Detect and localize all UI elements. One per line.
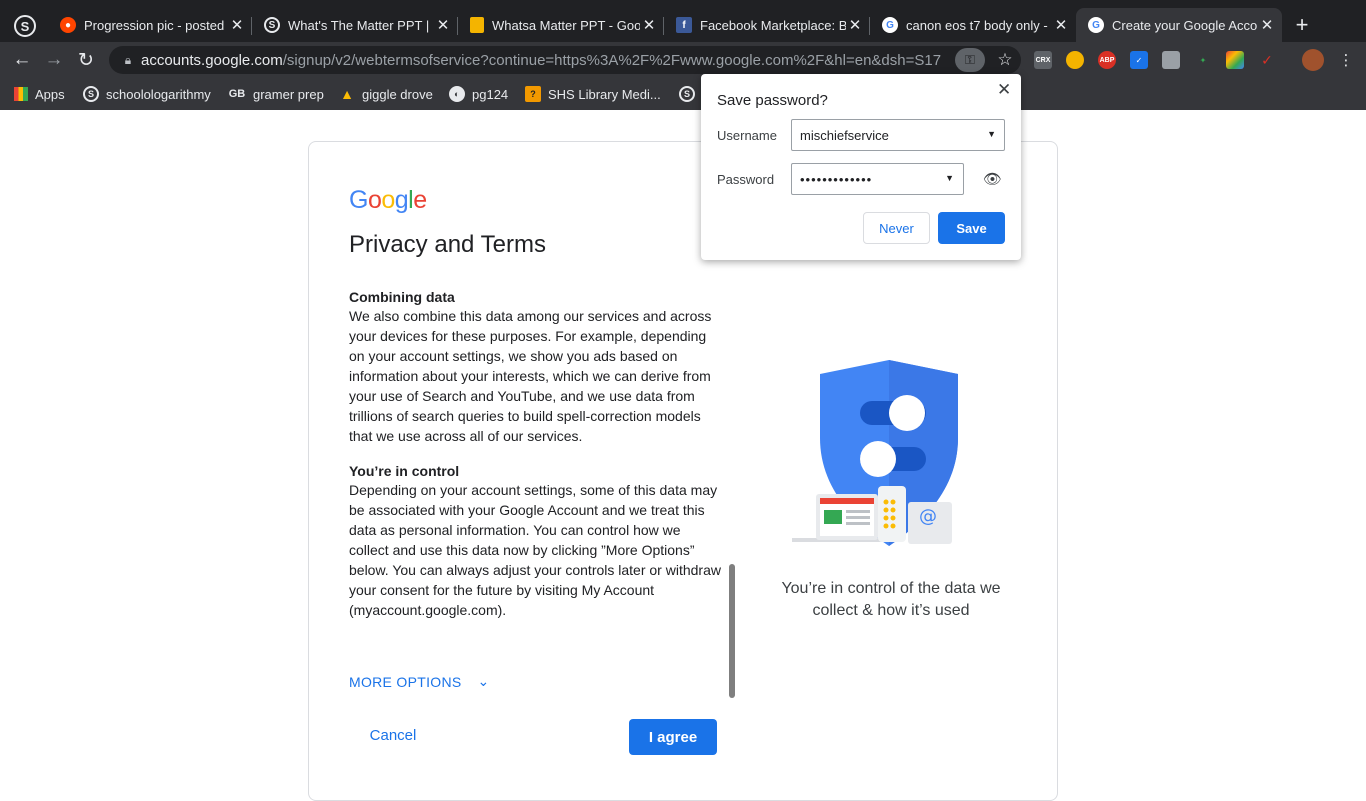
- globe-icon: ◐: [449, 86, 465, 102]
- agree-button[interactable]: I agree: [629, 719, 717, 755]
- tab-progression-pic[interactable]: ● Progression pic - posted ✕: [48, 8, 252, 42]
- caret-down-icon: ▼: [945, 173, 955, 183]
- bookmark-gramer-prep[interactable]: GB gramer prep: [228, 85, 324, 103]
- reddit-icon: ●: [60, 17, 76, 33]
- bookmark-schoolologarithmy[interactable]: S schoolologarithmy: [83, 85, 211, 103]
- tab-whats-the-matter[interactable]: S What's The Matter PPT | ✕: [252, 8, 458, 42]
- gb-icon: GB: [228, 88, 246, 100]
- scrollbar-thumb[interactable]: [729, 564, 735, 698]
- crx-extension-icon[interactable]: CRX: [1034, 51, 1052, 69]
- url-text[interactable]: accounts.google.com/signup/v2/webtermsof…: [141, 52, 941, 69]
- google-icon: G: [882, 17, 898, 33]
- browser-toolbar: ← → ↻ 🔒︎ accounts.google.com/signup/v2/w…: [0, 42, 1366, 78]
- svg-text:@: @: [919, 506, 937, 527]
- schoology-icon: S: [264, 17, 280, 33]
- bookmark-schoology[interactable]: S: [679, 85, 702, 103]
- tab-title: Whatsa Matter PPT - Goo: [492, 17, 640, 33]
- red-extension-icon[interactable]: ✓: [1258, 51, 1276, 69]
- schoology-icon: S: [83, 86, 99, 102]
- username-select[interactable]: mischiefservice ▼: [791, 119, 1005, 151]
- tab-title: Create your Google Acco: [1112, 17, 1258, 33]
- close-tab-icon[interactable]: ✕: [640, 16, 658, 34]
- password-select[interactable]: ••••••••••••• ▼: [791, 163, 964, 195]
- bookmarks-bar: Apps S schoolologarithmy GB gramer prep …: [0, 78, 1366, 110]
- star-icon[interactable]: ☆: [993, 48, 1017, 72]
- menu-icon[interactable]: ⋮: [1334, 48, 1358, 72]
- tab-title: Facebook Marketplace: B: [700, 17, 846, 33]
- google-icon: G: [1088, 17, 1104, 33]
- password-label: Password: [717, 172, 775, 187]
- tab-canon-eos[interactable]: G canon eos t7 body only - ✕: [870, 8, 1076, 42]
- tab-create-google-account[interactable]: G Create your Google Acco ✕: [1076, 8, 1282, 42]
- library-icon: ?: [525, 86, 541, 102]
- google-drive-icon: ▲: [340, 86, 354, 102]
- forward-icon[interactable]: →: [42, 48, 66, 72]
- caret-down-icon: ▼: [987, 129, 996, 139]
- never-button[interactable]: Never: [863, 212, 930, 244]
- more-options-button[interactable]: MORE OPTIONS ⌄: [349, 673, 490, 690]
- back-icon[interactable]: ←: [10, 48, 34, 72]
- section-body: Depending on your account settings, some…: [349, 482, 721, 618]
- close-icon[interactable]: ✕: [997, 80, 1011, 100]
- tab-title: canon eos t7 body only -: [906, 17, 1048, 33]
- tab-facebook-marketplace[interactable]: f Facebook Marketplace: B ✕: [664, 8, 870, 42]
- avatar[interactable]: [1302, 49, 1324, 71]
- bookmark-apps[interactable]: Apps: [14, 85, 65, 103]
- adblock-extension-icon[interactable]: ABP: [1098, 51, 1116, 69]
- tab-title: Progression pic - posted: [84, 17, 225, 33]
- username-label: Username: [717, 128, 777, 143]
- extension-icon[interactable]: ✓: [1130, 51, 1148, 69]
- pinned-tab-schoology[interactable]: S: [14, 15, 36, 37]
- new-tab-button[interactable]: +: [1292, 12, 1312, 38]
- save-password-dialog: Save password? ✕ Username mischiefservic…: [701, 74, 1021, 260]
- terms-scroll-area[interactable]: Combining data We also combine this data…: [349, 288, 721, 628]
- page-title: Privacy and Terms: [349, 231, 546, 258]
- reload-icon[interactable]: ↻: [74, 48, 98, 72]
- bookmark-shs-library[interactable]: ? SHS Library Medi...: [525, 85, 661, 103]
- owl-extension-icon[interactable]: [1066, 51, 1084, 69]
- bookmark-giggle-drove[interactable]: ▲ giggle drove: [339, 85, 433, 103]
- close-tab-icon[interactable]: ✕: [1052, 16, 1070, 34]
- dialog-title: Save password?: [717, 92, 828, 109]
- lock-icon: 🔒︎: [124, 52, 132, 67]
- tab-strip: S ● Progression pic - posted ✕ S What's …: [0, 0, 1366, 42]
- apps-grid-icon: [14, 87, 28, 101]
- color-extension-icon[interactable]: [1226, 51, 1244, 69]
- schoology-icon: S: [679, 86, 695, 102]
- tab-whatsa-matter-slides[interactable]: Whatsa Matter PPT - Goo ✕: [458, 8, 664, 42]
- save-button[interactable]: Save: [938, 212, 1005, 244]
- leaf-extension-icon[interactable]: ✦: [1194, 51, 1212, 69]
- bookmark-pg124[interactable]: ◐ pg124: [449, 85, 508, 103]
- section-body: We also combine this data among our serv…: [349, 308, 712, 444]
- address-bar[interactable]: 🔒︎ accounts.google.com/signup/v2/webterm…: [109, 46, 1021, 74]
- eye-icon[interactable]: 👁︎: [983, 170, 1002, 188]
- close-tab-icon[interactable]: ✕: [846, 16, 864, 34]
- section-heading: Combining data: [349, 289, 455, 305]
- close-tab-icon[interactable]: ✕: [434, 16, 452, 34]
- facebook-icon: f: [676, 17, 692, 33]
- briefcase-extension-icon[interactable]: [1162, 51, 1180, 69]
- cancel-button[interactable]: Cancel: [352, 718, 434, 752]
- close-tab-icon[interactable]: ✕: [1258, 16, 1276, 34]
- privacy-shield-illustration: @: [786, 356, 966, 561]
- close-tab-icon[interactable]: ✕: [228, 16, 246, 34]
- key-icon[interactable]: ⚿: [955, 48, 985, 72]
- google-slides-icon: [470, 17, 484, 33]
- google-logo: Google: [349, 186, 427, 214]
- tab-title: What's The Matter PPT |: [288, 17, 430, 33]
- section-heading: You’re in control: [349, 463, 460, 479]
- illustration-caption: You’re in control of the data we collect…: [781, 580, 1001, 619]
- chevron-down-icon: ⌄: [477, 673, 490, 689]
